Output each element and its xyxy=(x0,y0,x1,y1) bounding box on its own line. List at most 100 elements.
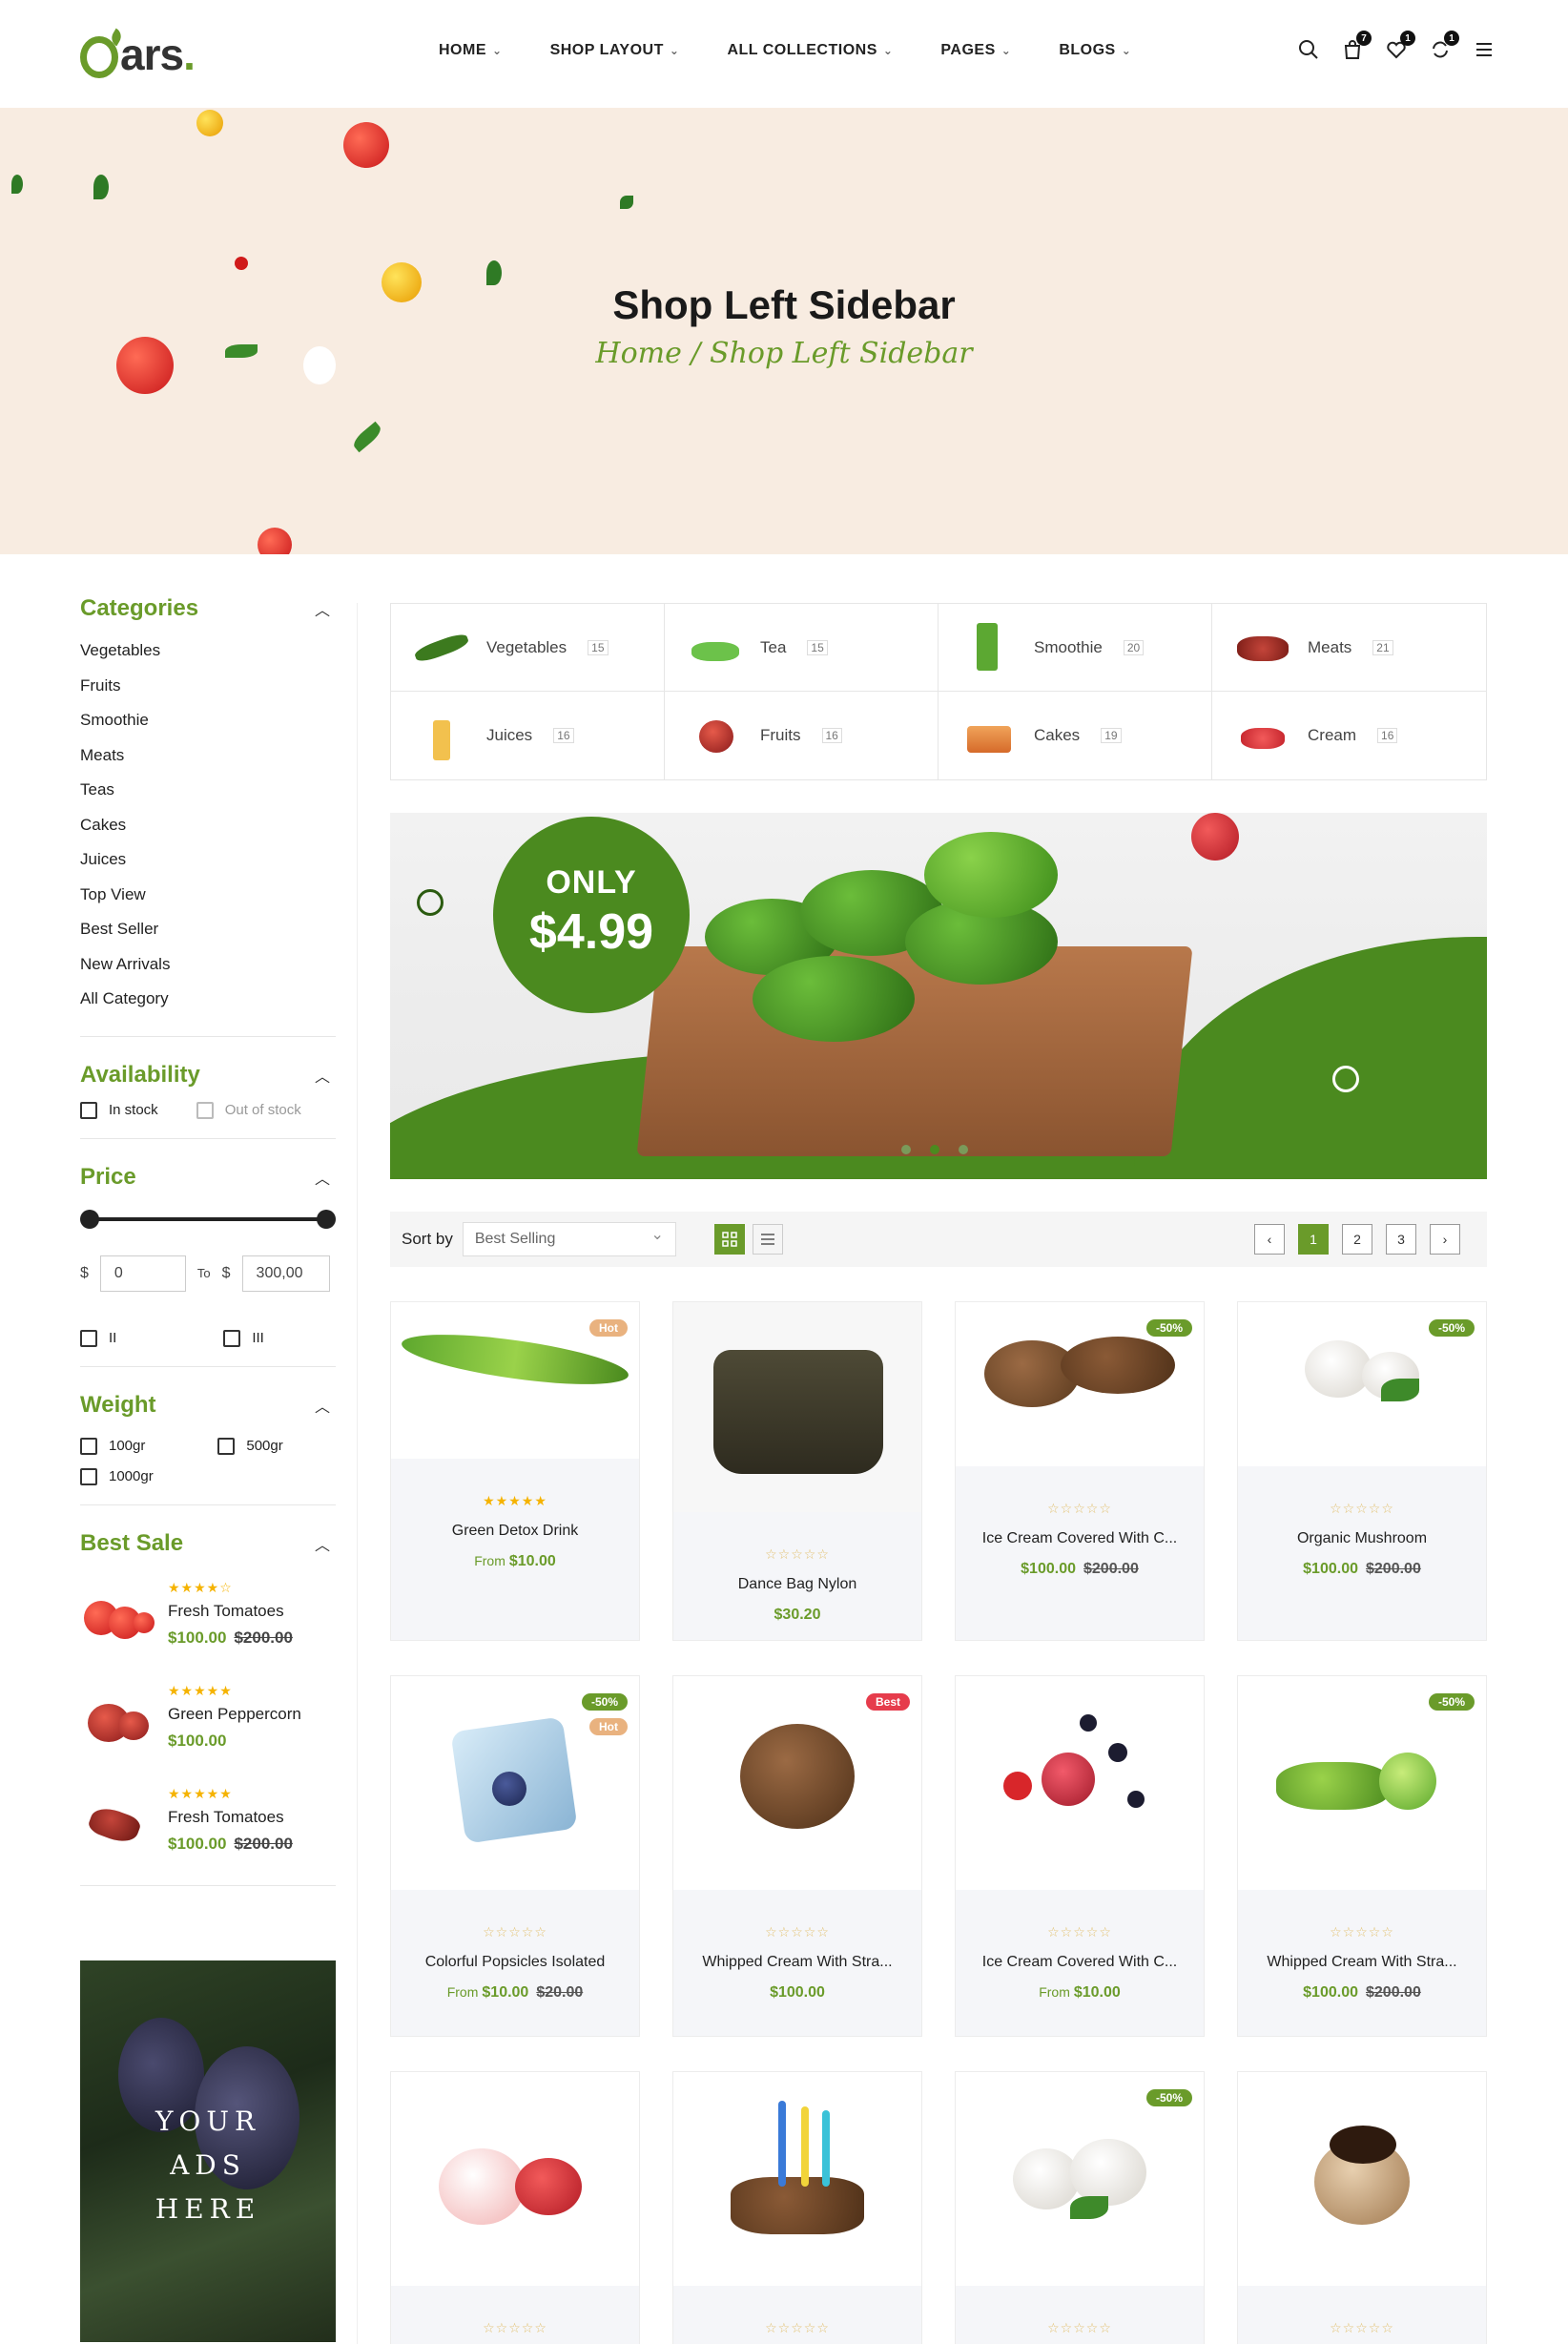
category-link[interactable]: Top View xyxy=(80,878,336,913)
product-image[interactable]: -50% xyxy=(956,1302,1204,1466)
product-thumbnail[interactable] xyxy=(80,1683,156,1750)
chevron-up-icon[interactable]: ︿ xyxy=(315,1532,330,1555)
nav-all-collections[interactable]: ALL COLLECTIONS ⌄ xyxy=(727,42,893,59)
product-card[interactable]: -50% ☆☆☆☆☆ Whipped Cream With Stra... $1… xyxy=(1237,1675,1487,2037)
nav-home[interactable]: HOME ⌄ xyxy=(439,42,503,59)
product-name[interactable]: Fresh Tomatoes xyxy=(168,1602,293,1621)
category-link[interactable]: Best Seller xyxy=(80,912,336,947)
next-page-button[interactable]: › xyxy=(1430,1224,1460,1255)
price-slider[interactable] xyxy=(80,1209,336,1229)
category-tile-meats[interactable]: Meats 21 xyxy=(1212,604,1486,692)
page-3-button[interactable]: 3 xyxy=(1386,1224,1416,1255)
product-card[interactable]: -50% ☆☆☆☆☆ xyxy=(955,2071,1205,2344)
product-image[interactable]: -50% Hot xyxy=(391,1676,639,1890)
checkbox-box[interactable] xyxy=(80,1467,97,1485)
product-thumbnail[interactable] xyxy=(80,1786,156,1853)
product-name[interactable]: Colorful Popsicles Isolated xyxy=(391,1954,639,1971)
page-1-button[interactable]: 1 xyxy=(1298,1224,1329,1255)
category-link[interactable]: Cakes xyxy=(80,808,336,843)
prev-page-button[interactable]: ‹ xyxy=(1254,1224,1285,1255)
search-icon[interactable] xyxy=(1297,38,1320,61)
product-name[interactable]: Ice Cream Covered With C... xyxy=(956,1530,1204,1547)
product-card[interactable]: Hot ★★★★★ Green Detox Drink From $10.00 xyxy=(390,1301,640,1641)
weight-100gr-checkbox[interactable]: 100gr xyxy=(80,1437,145,1455)
chevron-up-icon[interactable]: ︿ xyxy=(315,1166,330,1189)
chevron-up-icon[interactable]: ︿ xyxy=(315,1394,330,1417)
breadcrumb[interactable]: Home / Shop Left Sidebar xyxy=(0,337,1568,370)
product-thumbnail[interactable] xyxy=(80,1580,156,1647)
category-tile-tea[interactable]: Tea 15 xyxy=(665,604,939,692)
slider-dot[interactable] xyxy=(959,1145,968,1154)
slider-dot[interactable] xyxy=(901,1145,911,1154)
nav-blogs[interactable]: BLOGS ⌄ xyxy=(1059,42,1131,59)
chevron-up-icon[interactable]: ︿ xyxy=(315,1064,330,1087)
product-name[interactable]: Dance Bag Nylon xyxy=(673,1576,921,1593)
product-card[interactable]: -50% ☆☆☆☆☆ Ice Cream Covered With C... $… xyxy=(955,1301,1205,1641)
product-card[interactable]: ☆☆☆☆☆ xyxy=(1237,2071,1487,2344)
checkbox-box[interactable] xyxy=(223,1329,241,1347)
product-image[interactable]: Hot xyxy=(391,1302,639,1459)
category-link[interactable]: All Category xyxy=(80,982,336,1017)
category-link[interactable]: Vegetables xyxy=(80,633,336,669)
category-link[interactable]: Juices xyxy=(80,842,336,878)
page-2-button[interactable]: 2 xyxy=(1342,1224,1372,1255)
product-image[interactable] xyxy=(1238,2072,1486,2286)
category-tile-cream[interactable]: Cream 16 xyxy=(1212,692,1486,779)
product-card[interactable]: ☆☆☆☆☆ xyxy=(390,2071,640,2344)
product-image[interactable]: Best xyxy=(673,1676,921,1890)
best-sale-item[interactable]: ★★★★★ Fresh Tomatoes $100.00 $200.00 xyxy=(80,1786,336,1870)
category-tile-juices[interactable]: Juices 16 xyxy=(391,692,665,779)
product-card[interactable]: ☆☆☆☆☆ Dance Bag Nylon $30.20 xyxy=(672,1301,922,1641)
product-image[interactable]: -50% xyxy=(1238,1302,1486,1466)
in-stock-checkbox[interactable]: In stock xyxy=(80,1101,158,1119)
product-image[interactable] xyxy=(673,1302,921,1512)
product-name[interactable]: Whipped Cream With Stra... xyxy=(673,1954,921,1971)
categories-header[interactable]: Categories ︿ xyxy=(80,591,336,626)
category-link[interactable]: Meats xyxy=(80,738,336,774)
weight-header[interactable]: Weight ︿ xyxy=(80,1388,336,1422)
product-name[interactable]: Ice Cream Covered With C... xyxy=(956,1954,1204,1971)
category-tile-fruits[interactable]: Fruits 16 xyxy=(665,692,939,779)
sidebar-ad-banner[interactable]: YOUR ADS HERE xyxy=(80,1960,336,2342)
best-sale-item[interactable]: ★★★★☆ Fresh Tomatoes $100.00 $200.00 xyxy=(80,1580,336,1664)
product-name[interactable]: Fresh Tomatoes xyxy=(168,1808,293,1827)
category-tile-cakes[interactable]: Cakes 19 xyxy=(939,692,1212,779)
option-iii-checkbox[interactable]: III xyxy=(223,1329,264,1347)
sort-select[interactable]: Best Selling xyxy=(462,1219,676,1256)
product-name[interactable]: Whipped Cream With Stra... xyxy=(1238,1954,1486,1971)
best-sale-header[interactable]: Best Sale ︿ xyxy=(80,1526,336,1561)
slider-dot-active[interactable] xyxy=(930,1145,939,1154)
logo[interactable]: ars. xyxy=(80,29,196,80)
category-link[interactable]: Fruits xyxy=(80,669,336,704)
category-tile-smoothie[interactable]: Smoothie 20 xyxy=(939,604,1212,692)
promo-slider[interactable]: ONLY $4.99 xyxy=(390,813,1487,1179)
checkbox-box[interactable] xyxy=(80,1101,97,1119)
product-name[interactable]: Organic Mushroom xyxy=(1238,1530,1486,1547)
chevron-up-icon[interactable]: ︿ xyxy=(315,597,330,620)
category-link[interactable]: Smoothie xyxy=(80,703,336,738)
menu-icon[interactable] xyxy=(1473,38,1496,61)
list-view-button[interactable] xyxy=(752,1224,783,1255)
checkbox-box[interactable] xyxy=(196,1101,214,1119)
product-image[interactable] xyxy=(391,2072,639,2286)
option-ii-checkbox[interactable]: II xyxy=(80,1329,116,1347)
out-of-stock-checkbox[interactable]: Out of stock xyxy=(196,1101,301,1119)
nav-shop-layout[interactable]: SHOP LAYOUT ⌄ xyxy=(550,42,680,59)
slider-max-handle[interactable] xyxy=(317,1209,336,1229)
compare-icon[interactable]: 1 xyxy=(1429,31,1459,61)
heart-icon[interactable]: 1 xyxy=(1385,31,1415,61)
category-tile-vegetables[interactable]: Vegetables 15 xyxy=(391,604,665,692)
cart-icon[interactable]: 7 xyxy=(1341,31,1372,61)
product-image[interactable] xyxy=(673,2072,921,2286)
product-card[interactable]: Best ☆☆☆☆☆ Whipped Cream With Stra... $1… xyxy=(672,1675,922,2037)
product-card[interactable]: -50% Hot ☆☆☆☆☆ Colorful Popsicles Isolat… xyxy=(390,1675,640,2037)
product-name[interactable]: Green Peppercorn xyxy=(168,1705,301,1724)
price-min-input[interactable]: 0 xyxy=(99,1255,186,1292)
price-max-input[interactable]: 300,00 xyxy=(241,1255,330,1292)
category-link[interactable]: Teas xyxy=(80,773,336,808)
category-link[interactable]: New Arrivals xyxy=(80,947,336,983)
nav-pages[interactable]: PAGES ⌄ xyxy=(940,42,1011,59)
price-header[interactable]: Price ︿ xyxy=(80,1160,336,1194)
slider-min-handle[interactable] xyxy=(80,1209,99,1229)
product-card[interactable]: ☆☆☆☆☆ Ice Cream Covered With C... From $1… xyxy=(955,1675,1205,2037)
